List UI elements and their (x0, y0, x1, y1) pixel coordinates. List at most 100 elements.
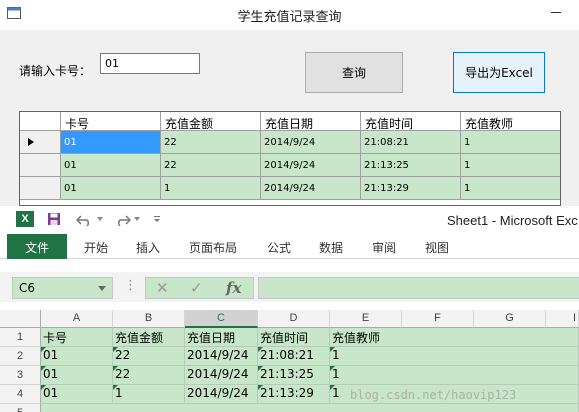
grid-column-header[interactable]: 充值教师 (461, 112, 560, 131)
excel-window-title: Sheet1 - Microsoft Exc (447, 213, 578, 228)
grid-row-header[interactable] (20, 131, 61, 154)
tab-insert[interactable]: 插入 (136, 234, 160, 259)
grid-cell[interactable]: 1 (461, 154, 560, 177)
column-header[interactable]: F (402, 310, 474, 328)
grid-cell[interactable]: 2014/9/24 (261, 177, 361, 200)
grid-row[interactable]: 01 22 2014/9/24 21:08:21 1 (20, 131, 560, 154)
sheet-cell[interactable]: 01 (41, 347, 113, 366)
grid-cell[interactable]: 21:13:25 (361, 154, 461, 177)
name-box-dropdown-icon[interactable] (98, 286, 106, 291)
grid-column-header[interactable]: 充值日期 (261, 112, 361, 131)
grid-cell[interactable]: 01 (61, 177, 161, 200)
grid-cell[interactable]: 21:13:29 (361, 177, 461, 200)
tab-home[interactable]: 开始 (84, 234, 108, 259)
grid-cell[interactable]: 1 (461, 177, 560, 200)
query-button[interactable]: 查询 (305, 52, 403, 93)
sheet-cell[interactable]: 22 (113, 347, 185, 366)
current-row-arrow-icon (28, 138, 34, 146)
grid-cell[interactable]: 22 (161, 154, 261, 177)
watermark-text: blog.csdn.net/haovip123 (350, 388, 517, 402)
sheet-cell[interactable]: 01 (41, 385, 113, 404)
select-all-corner[interactable] (0, 310, 41, 328)
grid-cell[interactable]: 21:08:21 (361, 131, 461, 154)
grid-corner (20, 112, 61, 131)
sheet-row-empty[interactable] (41, 404, 579, 412)
column-header[interactable]: A (41, 310, 113, 328)
redo-dropdown-icon[interactable] (134, 216, 140, 222)
grid-row-header[interactable] (20, 154, 61, 177)
sheet-cell[interactable]: 01 (41, 366, 113, 385)
grid-cell[interactable]: 2014/9/24 (261, 131, 361, 154)
row-header[interactable]: 5 (0, 404, 41, 412)
tab-formulas[interactable]: 公式 (267, 234, 291, 259)
grid-row[interactable]: 01 1 2014/9/24 21:13:29 1 (20, 177, 560, 200)
tab-data[interactable]: 数据 (319, 234, 343, 259)
sheet-cell[interactable]: 1 (330, 347, 579, 366)
query-window-title: 学生充值记录查询 (237, 10, 342, 25)
grid-column-header[interactable]: 充值时间 (361, 112, 461, 131)
formula-bar-splitter[interactable]: ⋮ (124, 278, 137, 293)
grid-cell[interactable]: 01 (61, 154, 161, 177)
grid-header-row: 卡号 充值金额 充值日期 充值时间 充值教师 (20, 112, 560, 131)
sheet-cell[interactable]: 2014/9/24 (185, 347, 258, 366)
grid-cell[interactable]: 1 (161, 177, 261, 200)
sheet-cell[interactable]: 22 (113, 366, 185, 385)
excel-logo-icon: X (16, 211, 34, 227)
grid-cell[interactable]: 1 (461, 131, 560, 154)
sheet-cell[interactable]: 1 (113, 385, 185, 404)
ribbon-tabs: 文件 开始 插入 页面布局 公式 数据 审阅 视图 (0, 234, 579, 259)
query-window: 学生充值记录查询 请输入卡号： 查询 导出为Excel 卡号 充值金额 充值日期… (0, 0, 579, 206)
grid-cell[interactable]: 22 (161, 131, 261, 154)
sheet-cell[interactable]: 充值时间 (258, 328, 330, 347)
column-header[interactable]: B (113, 310, 185, 328)
row-header[interactable]: 1 (0, 328, 41, 347)
grid-column-header[interactable]: 充值金额 (161, 112, 261, 131)
sheet-cell[interactable]: 21:13:25 (258, 366, 330, 385)
redo-icon[interactable] (113, 214, 131, 226)
column-header[interactable]: G (474, 310, 546, 328)
minimize-icon (551, 12, 561, 13)
name-box-value: C6 (19, 281, 36, 295)
column-header[interactable]: E (330, 310, 402, 328)
row-header[interactable]: 4 (0, 385, 41, 404)
tab-review[interactable]: 审阅 (372, 234, 396, 259)
minimize-button[interactable] (530, 0, 579, 22)
sheet-cell[interactable]: 21:08:21 (258, 347, 330, 366)
grid-column-header[interactable]: 卡号 (61, 112, 161, 131)
worksheet-grid[interactable]: A B C D E F G I 1 2 3 4 5 卡号 充值金额 充值日期 充… (0, 310, 579, 412)
column-header[interactable]: D (258, 310, 330, 328)
card-number-input[interactable] (100, 53, 200, 74)
export-excel-button[interactable]: 导出为Excel (453, 52, 545, 93)
enter-icon[interactable]: ✓ (190, 279, 203, 297)
column-header[interactable]: I (546, 310, 579, 328)
sheet-cell[interactable]: 2014/9/24 (185, 366, 258, 385)
sheet-cell[interactable]: 卡号 (41, 328, 113, 347)
excel-titlebar: X Sheet1 - Microsoft Exc (0, 206, 579, 234)
grid-row-header[interactable] (20, 177, 61, 200)
tab-file[interactable]: 文件 (7, 234, 67, 259)
sheet-cell[interactable]: 2014/9/24 (185, 385, 258, 404)
undo-dropdown-icon[interactable] (97, 216, 103, 222)
tab-page-layout[interactable]: 页面布局 (189, 234, 237, 259)
save-icon[interactable] (47, 212, 61, 226)
records-grid[interactable]: 卡号 充值金额 充值日期 充值时间 充值教师 01 22 2014/9/24 2… (19, 111, 561, 206)
sheet-cell[interactable]: 21:13:29 (258, 385, 330, 404)
row-header[interactable]: 3 (0, 366, 41, 385)
row-header[interactable]: 2 (0, 347, 41, 366)
name-box[interactable]: C6 (12, 277, 113, 299)
cancel-icon[interactable]: ✕ (156, 279, 169, 297)
column-header[interactable]: C (185, 310, 258, 328)
grid-row[interactable]: 01 22 2014/9/24 21:13:25 1 (20, 154, 560, 177)
sheet-cell[interactable]: 充值日期 (185, 328, 258, 347)
sheet-cell[interactable]: 充值教师 (330, 328, 579, 347)
grid-cell[interactable]: 2014/9/24 (261, 154, 361, 177)
query-window-titlebar: 学生充值记录查询 (0, 0, 579, 30)
undo-icon[interactable] (76, 214, 94, 226)
tab-view[interactable]: 视图 (425, 234, 449, 259)
sheet-cell[interactable]: 1 (330, 366, 579, 385)
formula-input[interactable] (258, 277, 579, 299)
insert-function-icon[interactable]: fx (226, 279, 241, 297)
customize-toolbar-icon[interactable] (153, 215, 161, 223)
grid-cell[interactable]: 01 (61, 131, 161, 154)
sheet-cell[interactable]: 充值金额 (113, 328, 185, 347)
